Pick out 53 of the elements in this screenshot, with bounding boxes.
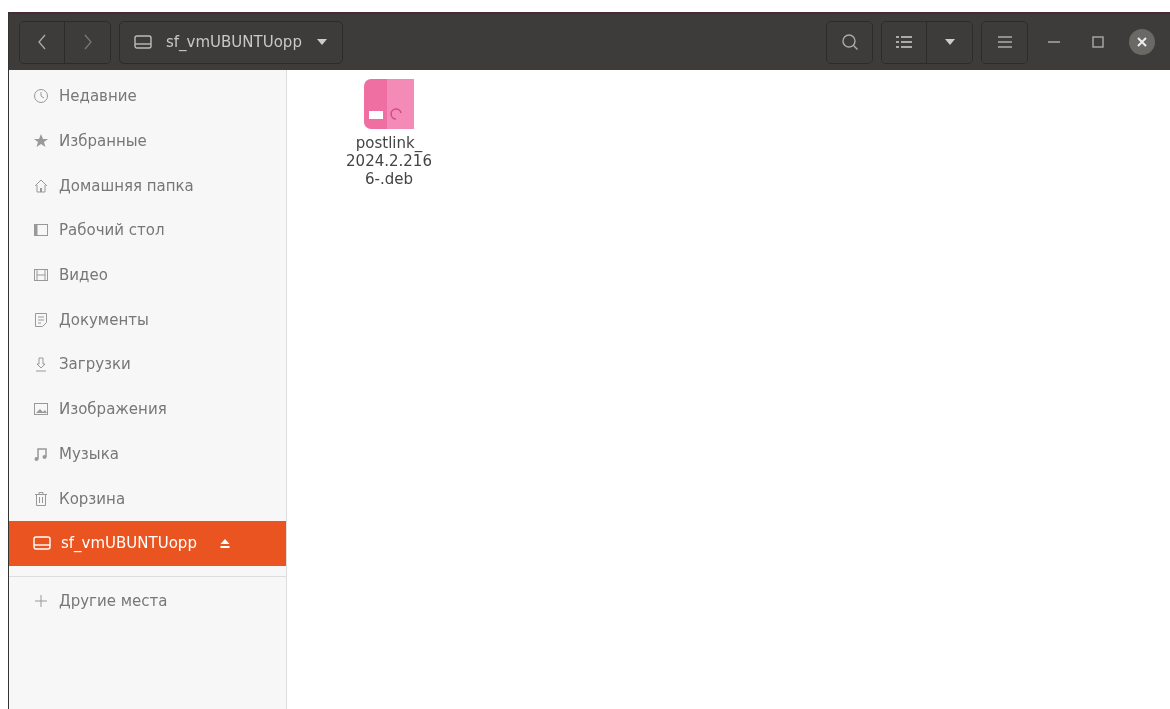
sidebar-item[interactable]: Другие места <box>9 578 286 624</box>
file-name: postlink_ 2024.2.216 6-.deb <box>346 134 432 188</box>
search-icon <box>840 33 859 51</box>
desktop-icon <box>33 222 49 239</box>
sidebar-item-label: Загрузки <box>59 355 131 374</box>
sidebar-item[interactable]: Избранные <box>9 118 286 164</box>
image-icon <box>33 401 49 418</box>
film-icon <box>33 267 49 284</box>
sidebar-item[interactable]: Видео <box>9 252 286 298</box>
list-icon <box>895 34 913 50</box>
sidebar-item-label: Видео <box>59 266 108 285</box>
sidebar-item[interactable]: sf_vmUBUNTUopp <box>9 520 286 566</box>
eject-icon[interactable] <box>218 537 231 550</box>
music-icon <box>33 445 49 462</box>
sidebar-item-label: Документы <box>59 310 149 329</box>
sidebar-item-label: sf_vmUBUNTUopp <box>61 534 197 553</box>
trash-icon <box>33 490 49 507</box>
drive-icon <box>134 34 152 50</box>
sidebar-item-label: Корзина <box>59 489 126 508</box>
sidebar-item[interactable]: Изображения <box>9 386 286 432</box>
sidebar-item[interactable]: Недавние <box>9 74 286 119</box>
sidebar-item-label: Избранные <box>59 132 147 151</box>
search-button[interactable] <box>827 21 872 63</box>
sidebar-item[interactable]: Загрузки <box>9 342 286 387</box>
document-icon <box>33 311 49 328</box>
sidebar-item-label: Музыка <box>59 444 119 463</box>
sidebar-item-label: Другие места <box>59 591 168 610</box>
sidebar-item[interactable]: Музыка <box>9 431 286 477</box>
sidebar-item[interactable]: Рабочий стол <box>9 208 286 253</box>
sidebar-item-label: Рабочий стол <box>59 221 165 240</box>
clock-icon <box>33 88 49 105</box>
sidebar-item[interactable]: Документы <box>9 297 286 343</box>
sidebar-item-label: Домашняя папка <box>59 176 194 195</box>
drive-icon <box>33 535 51 552</box>
caret-icon <box>315 38 328 46</box>
menu-button[interactable] <box>982 21 1027 63</box>
sidebar-item-label: Изображения <box>59 400 167 419</box>
chevron-right-icon <box>82 34 93 50</box>
sidebar-item[interactable]: Домашняя папка <box>9 163 286 209</box>
plus-icon <box>33 592 49 609</box>
sidebar-item-label: Недавние <box>59 87 137 106</box>
sidebar-item[interactable]: Корзина <box>9 476 286 521</box>
menu-icon <box>996 35 1013 49</box>
caret-icon <box>943 38 956 46</box>
package-icon <box>363 78 415 130</box>
view-list-button[interactable] <box>882 21 927 63</box>
maximize-icon <box>1092 36 1104 48</box>
home-icon <box>33 177 49 194</box>
chevron-left-icon <box>37 34 47 50</box>
download-icon <box>33 356 49 373</box>
location-button[interactable]: sf_vmUBUNTUopp <box>119 20 343 64</box>
file-item[interactable]: postlink_ 2024.2.216 6-.deb <box>339 78 439 188</box>
minimize-icon <box>1048 40 1060 44</box>
